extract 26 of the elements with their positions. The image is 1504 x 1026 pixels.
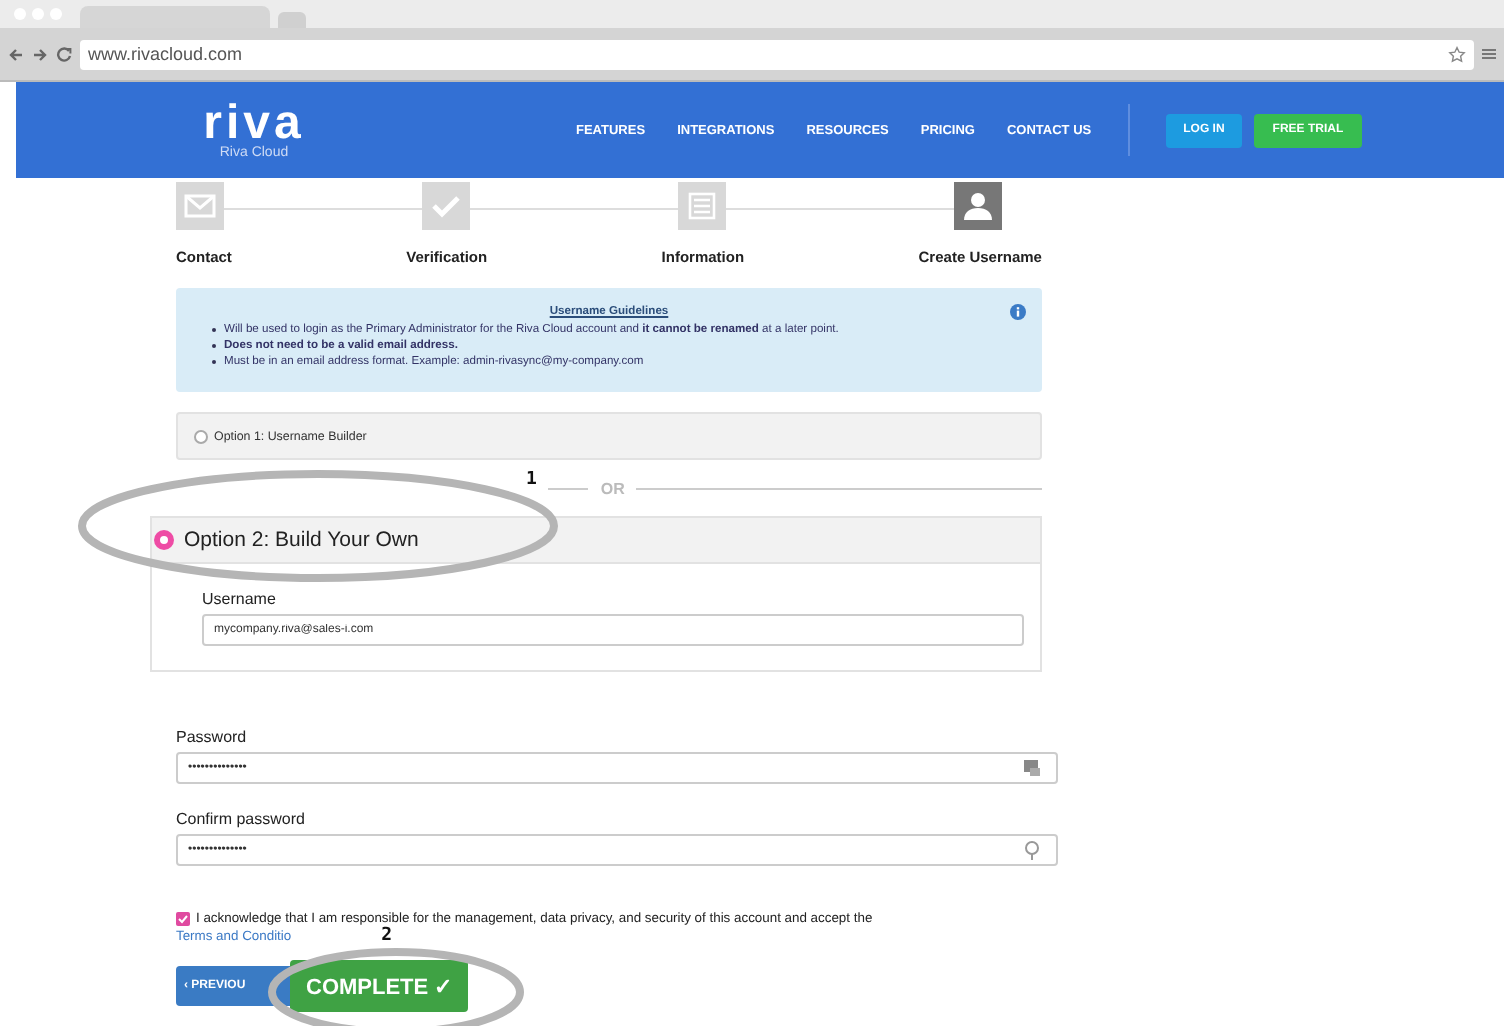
back-arrow-icon <box>8 47 24 61</box>
checkmark-icon[interactable] <box>422 182 471 230</box>
complete-button[interactable]: COMPLETE ✓ <box>290 960 469 1012</box>
new-tab[interactable] <box>278 12 306 28</box>
menu-icon <box>1482 48 1496 60</box>
list-icon[interactable] <box>678 182 727 230</box>
field-label: Confirm password <box>176 810 307 828</box>
user-icon[interactable] <box>953 182 1002 230</box>
annotation-number: 2 <box>381 926 393 946</box>
separator-text: OR <box>600 479 625 497</box>
field-label: Username <box>202 590 278 608</box>
annotation-number: 1 <box>526 470 537 490</box>
info-icon <box>1010 304 1026 320</box>
radio-button[interactable] <box>156 532 172 548</box>
address-field[interactable]: www.rivacloud.com <box>80 39 1474 69</box>
checkbox[interactable] <box>176 912 190 926</box>
star-icon <box>1448 45 1466 63</box>
reload-icon <box>56 46 72 62</box>
url-text: www.rivacloud.com <box>88 44 245 64</box>
browser-tab[interactable] <box>80 6 270 28</box>
envelope-icon[interactable] <box>176 182 224 230</box>
logo-text[interactable]: riva <box>203 101 305 145</box>
forward-arrow-icon <box>32 47 48 61</box>
field-label: Password <box>176 728 249 746</box>
option-label[interactable]: Option 2: Build Your Own <box>184 528 419 552</box>
radio-button[interactable] <box>194 429 208 443</box>
